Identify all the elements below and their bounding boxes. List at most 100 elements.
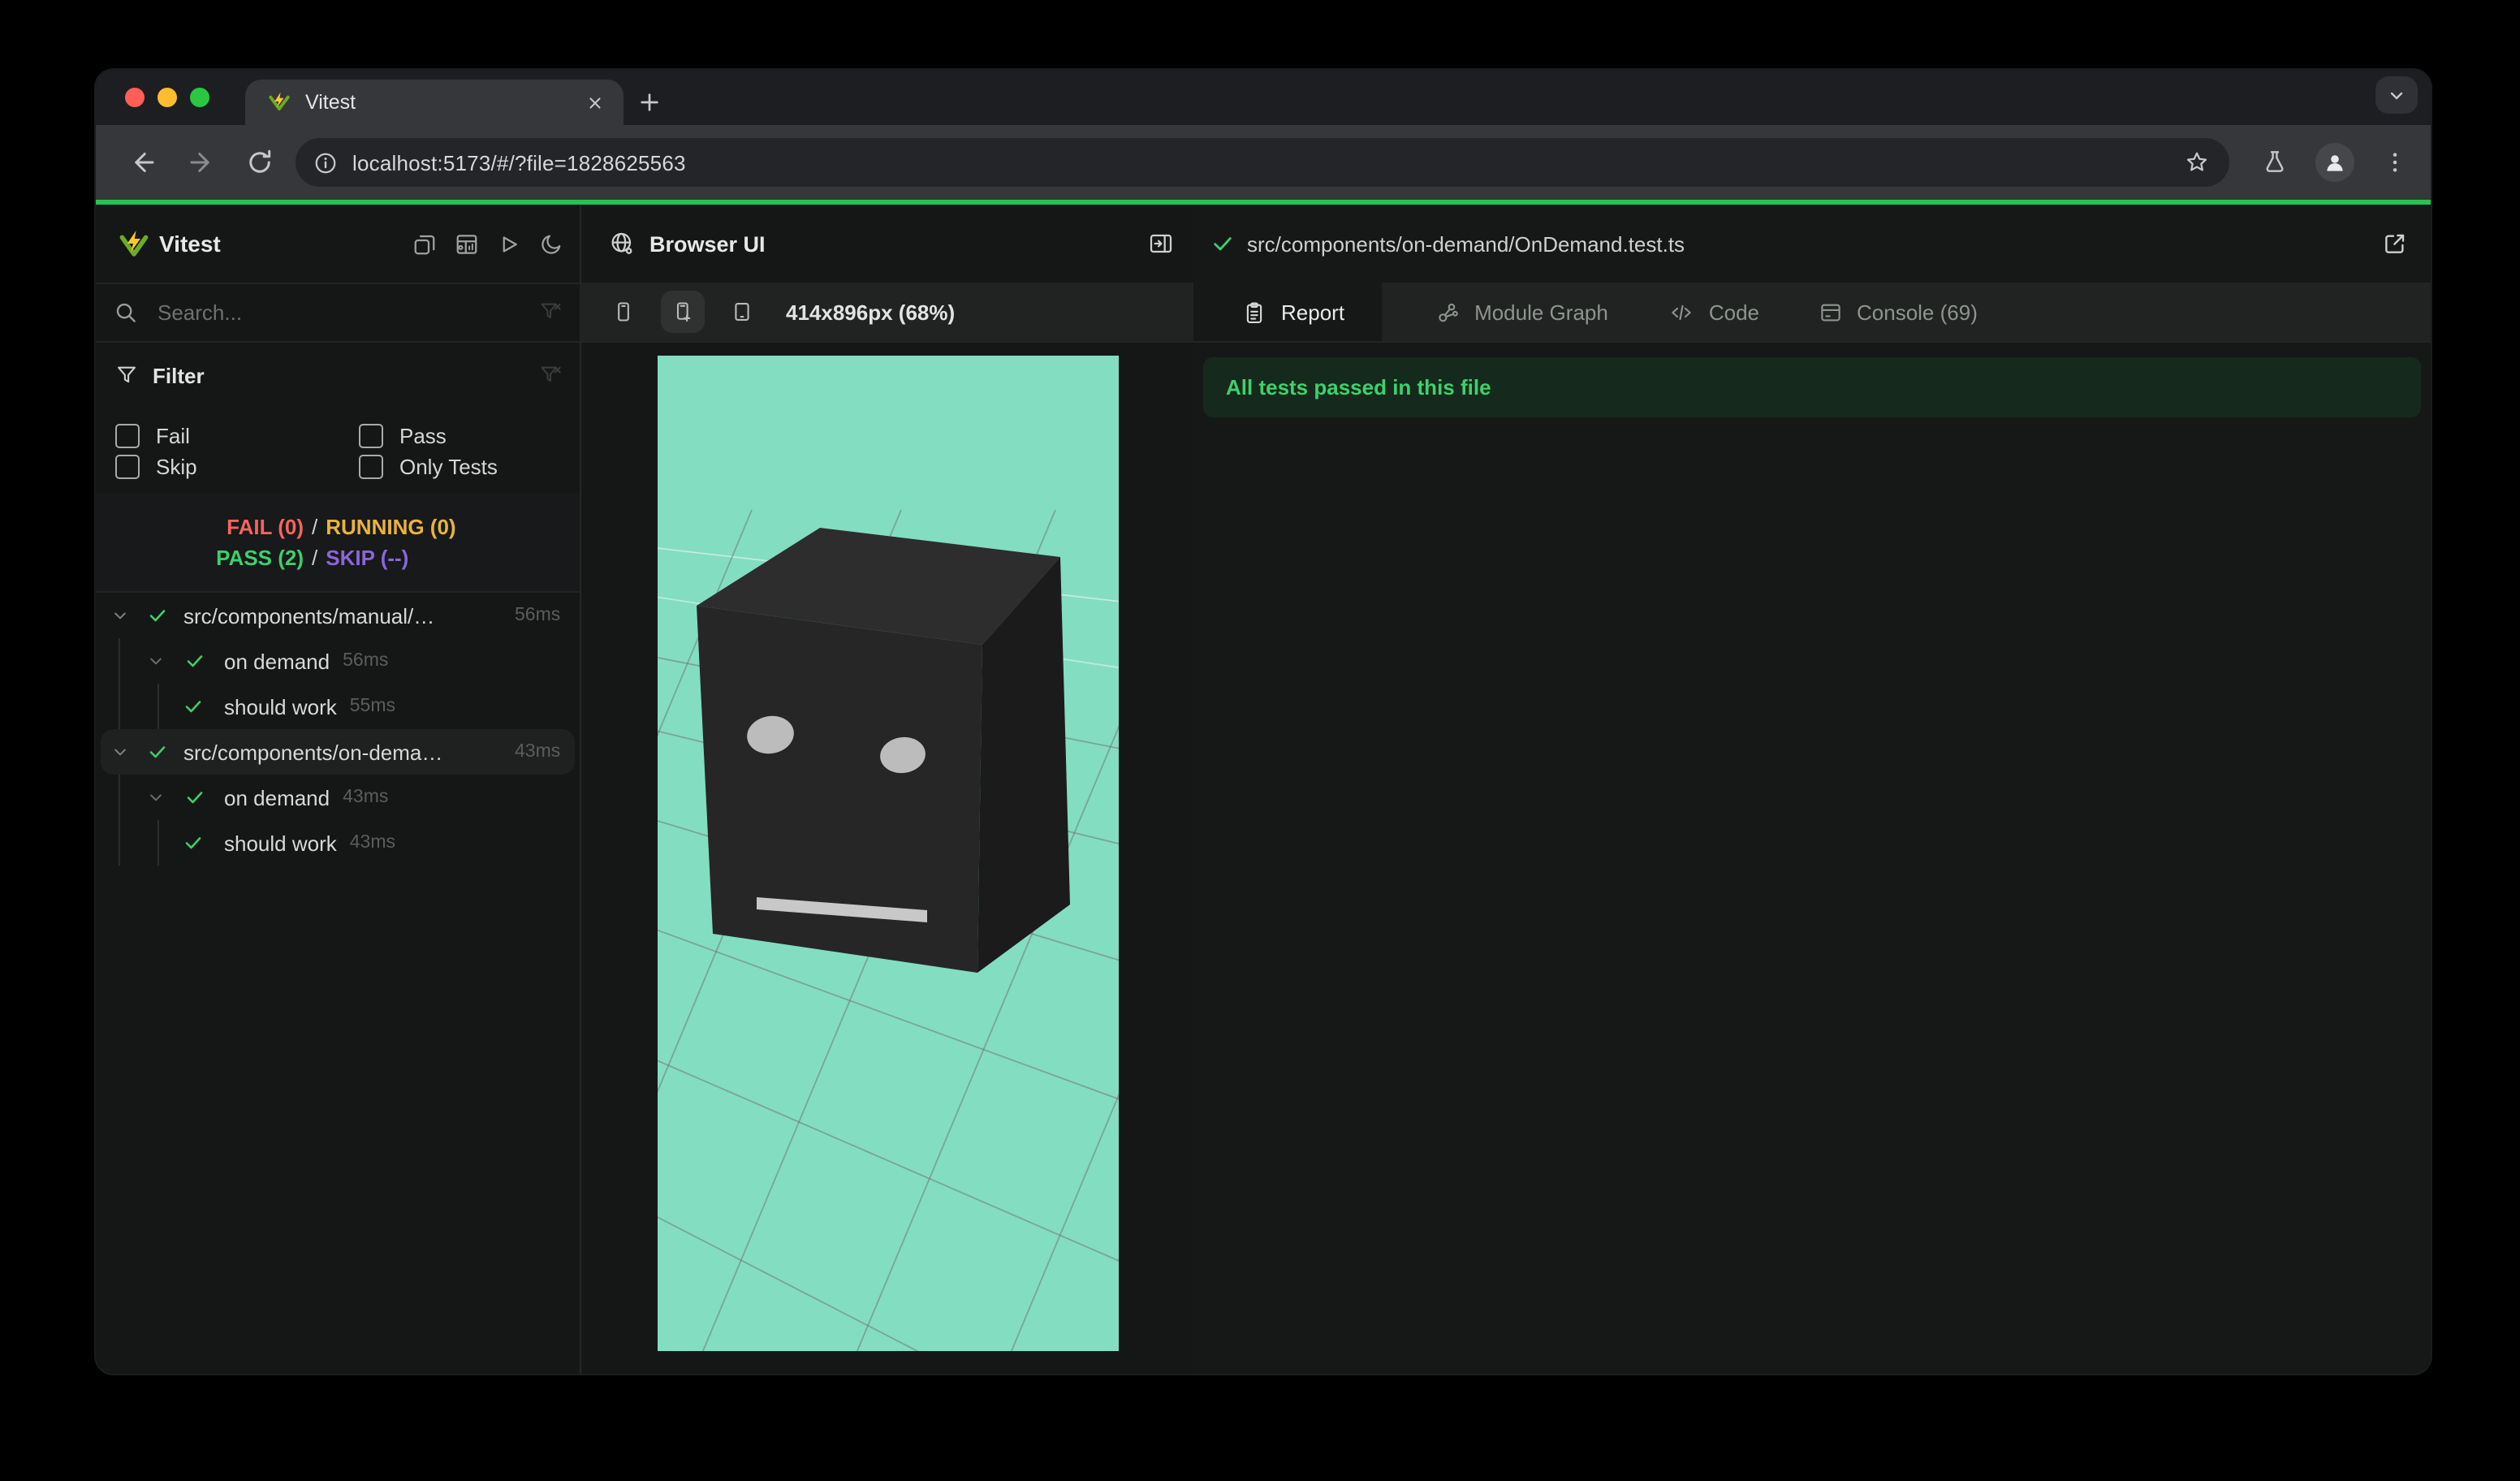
vitest-logo-icon <box>119 230 149 256</box>
dark-mode-moon-icon[interactable] <box>539 231 563 256</box>
test-duration: 55ms <box>349 697 395 716</box>
address-bar[interactable]: localhost:5173/#/?file=1828625563 <box>296 138 2229 187</box>
globe-icon <box>611 232 632 254</box>
filter-title: Filter <box>153 363 205 387</box>
menu-kebab-icon[interactable] <box>2382 149 2408 175</box>
chevron-down-icon[interactable] <box>148 653 164 669</box>
test-suite-row[interactable]: on demand 56ms <box>96 638 580 684</box>
tab-console[interactable]: Console (69) <box>1759 283 2010 341</box>
viewport-size-label[interactable]: 414x896px (68%) <box>786 300 955 324</box>
test-duration: 43ms <box>343 788 389 807</box>
clear-filters-icon[interactable] <box>539 364 562 386</box>
test-file-name: src/components/manual/… <box>183 603 435 628</box>
site-info-icon[interactable] <box>313 150 338 175</box>
back-button[interactable] <box>128 148 158 177</box>
profile-avatar[interactable] <box>2315 143 2354 182</box>
pass-check-icon <box>187 655 203 667</box>
browser-window: Vitest localhost:5173/#/?file=1828625563… <box>94 68 2432 1375</box>
report-clipboard-icon <box>1246 301 1262 322</box>
screenshot-root: Vitest localhost:5173/#/?file=1828625563… <box>0 0 2520 1481</box>
banner-text: All tests passed in this file <box>1226 375 1491 399</box>
minimize-window-button[interactable] <box>158 88 177 107</box>
filter-pass-label[interactable]: Pass <box>399 423 447 447</box>
threejs-scene <box>658 509 1119 1351</box>
test-case-row[interactable]: should work 43ms <box>96 820 580 866</box>
tab-report[interactable]: Report <box>1193 283 1383 341</box>
chevron-down-icon[interactable] <box>112 744 128 760</box>
experiments-flask-icon[interactable] <box>2262 149 2288 175</box>
chevron-down-icon[interactable] <box>112 607 128 624</box>
filter-skip-checkbox[interactable] <box>115 454 140 478</box>
device-toolbar: 414x896px (68%) <box>580 283 1193 343</box>
chevron-down-icon[interactable] <box>148 789 164 805</box>
device-selected-wrapper <box>661 291 705 333</box>
device-phone-small-icon[interactable] <box>612 297 635 326</box>
test-file-row[interactable]: src/components/manual/… 56ms <box>96 593 580 638</box>
open-external-icon[interactable] <box>2382 231 2408 257</box>
test-duration: 43ms <box>515 742 561 762</box>
test-file-path: src/components/on-demand/OnDemand.test.t… <box>1247 231 1685 256</box>
pass-check-icon <box>149 610 166 622</box>
device-tablet-icon[interactable] <box>731 297 753 326</box>
indent-guide <box>119 820 120 866</box>
tab-search-button[interactable] <box>2375 76 2418 114</box>
url-text[interactable]: localhost:5173/#/?file=1828625563 <box>352 150 2184 175</box>
panel-title: Browser UI <box>649 231 766 256</box>
cube-front-face <box>697 606 982 973</box>
vitest-favicon <box>269 92 290 111</box>
filter-panel: Filter Fail Pass Skip Only Tests <box>96 341 580 495</box>
new-tab-button[interactable] <box>636 89 662 115</box>
filter-only-tests-checkbox[interactable] <box>359 454 383 478</box>
forward-button[interactable] <box>187 148 216 177</box>
sidebar-header: Vitest <box>96 205 580 284</box>
test-suite-row[interactable]: on demand 43ms <box>96 775 580 820</box>
test-iframe-viewport[interactable] <box>658 356 1119 1351</box>
fail-count: FAIL (0) <box>227 515 304 539</box>
module-graph-icon <box>1439 302 1458 322</box>
pass-check-icon <box>149 746 166 758</box>
pass-check-icon <box>185 837 201 849</box>
filter-only-tests-label[interactable]: Only Tests <box>399 454 498 478</box>
bookmark-star-icon[interactable] <box>2184 149 2210 175</box>
filter-fail-label[interactable]: Fail <box>156 423 190 447</box>
file-header: src/components/on-demand/OnDemand.test.t… <box>1193 205 2431 284</box>
close-window-button[interactable] <box>125 88 145 107</box>
test-case-name: should work <box>224 694 337 719</box>
test-suite-name: on demand <box>224 649 330 673</box>
indent-guide <box>158 684 159 729</box>
test-suite-name: on demand <box>224 785 330 810</box>
device-phone-plus-icon[interactable] <box>671 297 694 326</box>
test-file-row-selected[interactable]: src/components/on-dema… 43ms <box>96 729 580 775</box>
pass-check-icon <box>185 701 201 713</box>
zoom-window-button[interactable] <box>190 88 209 107</box>
tab-module-graph[interactable]: Module Graph <box>1382 283 1608 341</box>
run-all-play-icon[interactable] <box>497 231 521 256</box>
tab-strip: Vitest <box>96 70 2431 125</box>
report-panel: src/components/on-demand/OnDemand.test.t… <box>1193 205 2431 1374</box>
search-input[interactable]: Search... <box>158 300 539 324</box>
filter-skip-label[interactable]: Skip <box>156 454 197 478</box>
indent-guide <box>119 638 120 684</box>
tab-code[interactable]: Code <box>1608 283 1759 341</box>
tab-close-icon[interactable] <box>581 89 607 115</box>
dock-panel-right-icon[interactable] <box>1148 231 1174 257</box>
clear-search-filter-icon[interactable] <box>539 300 562 323</box>
tab-label: Code <box>1708 300 1759 324</box>
filter-fail-checkbox[interactable] <box>115 423 140 447</box>
running-count: RUNNING (0) <box>326 515 456 539</box>
browser-tab[interactable]: Vitest <box>245 80 624 125</box>
dashboard-icon[interactable] <box>455 231 479 256</box>
pass-count: PASS (2) <box>216 546 304 570</box>
test-duration: 56ms <box>515 606 561 625</box>
filter-pass-checkbox[interactable] <box>359 423 383 447</box>
console-icon <box>1820 303 1840 321</box>
file-pass-check-icon <box>1214 237 1232 251</box>
browser-ui-header: Browser UI <box>580 205 1193 284</box>
all-tests-passed-banner: All tests passed in this file <box>1203 357 2421 417</box>
collapse-tests-icon[interactable] <box>412 231 437 256</box>
test-case-row[interactable]: should work 55ms <box>96 684 580 729</box>
reload-button[interactable] <box>245 148 274 177</box>
tab-title: Vitest <box>305 91 356 114</box>
indent-guide <box>119 684 120 729</box>
tab-label: Module Graph <box>1474 300 1608 324</box>
